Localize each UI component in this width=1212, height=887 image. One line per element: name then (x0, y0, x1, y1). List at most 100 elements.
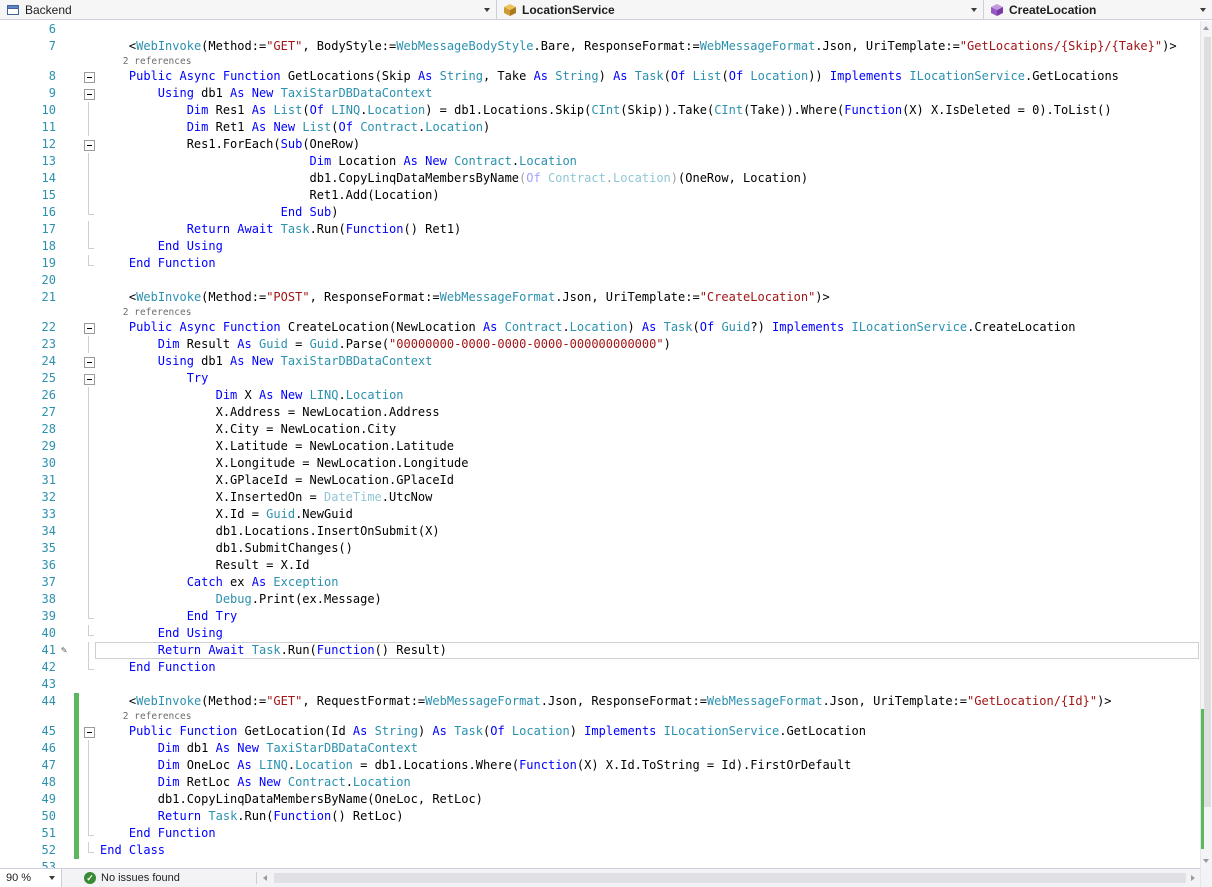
line-number[interactable]: 7 (20, 38, 56, 55)
code-text[interactable]: Dim OneLoc As LINQ.Location = db1.Locati… (98, 757, 1200, 774)
line-number[interactable]: 48 (20, 774, 56, 791)
breakpoint-margin[interactable] (0, 421, 20, 438)
code-text[interactable]: X.Latitude = NewLocation.Latitude (98, 438, 1200, 455)
code-line[interactable]: 42 End Function (0, 659, 1200, 676)
line-number[interactable]: 31 (20, 472, 56, 489)
code-line[interactable]: 9 Using db1 As New TaxiStarDBDataContext (0, 85, 1200, 102)
code-text[interactable]: Return Task.Run(Function() RetLoc) (98, 808, 1200, 825)
code-line[interactable]: 6 (0, 21, 1200, 38)
line-number[interactable]: 51 (20, 825, 56, 842)
line-number[interactable]: 40 (20, 625, 56, 642)
fold-toggle-icon[interactable] (84, 374, 95, 385)
breakpoint-margin[interactable] (0, 757, 20, 774)
line-number[interactable]: 35 (20, 540, 56, 557)
codelens-row[interactable]: 2 references (0, 55, 1200, 68)
line-number[interactable]: 20 (20, 272, 56, 289)
code-line[interactable]: 34 db1.Locations.InsertOnSubmit(X) (0, 523, 1200, 540)
breakpoint-margin[interactable] (0, 676, 20, 693)
breakpoint-margin[interactable] (0, 608, 20, 625)
code-line[interactable]: 39 End Try (0, 608, 1200, 625)
code-line[interactable]: 36 Result = X.Id (0, 557, 1200, 574)
breakpoint-margin[interactable] (0, 523, 20, 540)
codelens-references[interactable]: 2 references (98, 55, 1200, 68)
fold-toggle-icon[interactable] (84, 357, 95, 368)
breakpoint-margin[interactable] (0, 170, 20, 187)
breakpoint-margin[interactable] (0, 204, 20, 221)
horizontal-scrollbar-thumb[interactable] (274, 873, 1186, 883)
breakpoint-margin[interactable] (0, 659, 20, 676)
breakpoint-margin[interactable] (0, 387, 20, 404)
breakpoint-margin[interactable] (0, 336, 20, 353)
fold-toggle-icon[interactable] (84, 323, 95, 334)
code-text[interactable]: End Function (98, 255, 1200, 272)
code-text[interactable]: Result = X.Id (98, 557, 1200, 574)
code-text[interactable]: Return Await Task.Run(Function() Ret1) (98, 221, 1200, 238)
line-number[interactable]: 53 (20, 859, 56, 868)
line-number[interactable]: 16 (20, 204, 56, 221)
codelens-row[interactable]: 2 references (0, 710, 1200, 723)
code-line[interactable]: 15 Ret1.Add(Location) (0, 187, 1200, 204)
code-line[interactable]: 38 Debug.Print(ex.Message) (0, 591, 1200, 608)
breakpoint-margin[interactable] (0, 404, 20, 421)
line-number[interactable]: 15 (20, 187, 56, 204)
line-number[interactable]: 26 (20, 387, 56, 404)
line-number[interactable]: 44 (20, 693, 56, 710)
line-number[interactable]: 50 (20, 808, 56, 825)
code-text[interactable]: X.Address = NewLocation.Address (98, 404, 1200, 421)
breakpoint-margin[interactable] (0, 85, 20, 102)
code-line[interactable]: 47 Dim OneLoc As LINQ.Location = db1.Loc… (0, 757, 1200, 774)
line-number[interactable]: 17 (20, 221, 56, 238)
code-line[interactable]: 26 Dim X As New LINQ.Location (0, 387, 1200, 404)
code-text[interactable]: Public Async Function CreateLocation(New… (98, 319, 1200, 336)
code-text[interactable]: X.InsertedOn = DateTime.UtcNow (98, 489, 1200, 506)
code-text[interactable]: End Using (98, 238, 1200, 255)
scroll-right-arrow-icon[interactable] (1191, 875, 1195, 881)
breakpoint-margin[interactable] (0, 557, 20, 574)
code-text[interactable] (98, 21, 1200, 38)
breakpoint-margin[interactable] (0, 642, 20, 659)
code-line[interactable]: 43 (0, 676, 1200, 693)
breakpoint-margin[interactable] (0, 808, 20, 825)
line-number[interactable]: 34 (20, 523, 56, 540)
breakpoint-margin[interactable] (0, 370, 20, 387)
line-number[interactable]: 41 (20, 642, 56, 659)
code-line[interactable]: 16 End Sub) (0, 204, 1200, 221)
line-number[interactable]: 6 (20, 21, 56, 38)
code-text[interactable]: Dim Ret1 As New List(Of Contract.Locatio… (98, 119, 1200, 136)
line-number[interactable]: 18 (20, 238, 56, 255)
code-text[interactable]: Dim Result As Guid = Guid.Parse("0000000… (98, 336, 1200, 353)
line-number[interactable]: 10 (20, 102, 56, 119)
code-line[interactable]: 12 Res1.ForEach(Sub(OneRow) (0, 136, 1200, 153)
scroll-left-arrow-icon[interactable] (263, 875, 267, 881)
line-number[interactable]: 43 (20, 676, 56, 693)
line-number[interactable]: 33 (20, 506, 56, 523)
breakpoint-margin[interactable] (0, 472, 20, 489)
breakpoint-margin[interactable] (0, 455, 20, 472)
breakpoint-margin[interactable] (0, 119, 20, 136)
code-line[interactable]: 41 ✎ Return Await Task.Run(Function() Res… (0, 642, 1200, 659)
breakpoint-margin[interactable] (0, 825, 20, 842)
breakpoint-margin[interactable] (0, 187, 20, 204)
code-text[interactable]: End Function (98, 659, 1200, 676)
code-line[interactable]: 23 Dim Result As Guid = Guid.Parse("0000… (0, 336, 1200, 353)
code-text[interactable]: Debug.Print(ex.Message) (98, 591, 1200, 608)
line-number[interactable]: 30 (20, 455, 56, 472)
breakpoint-margin[interactable] (0, 68, 20, 85)
scroll-down-arrow-icon[interactable] (1203, 859, 1209, 863)
breakpoint-margin[interactable] (0, 21, 20, 38)
breakpoint-margin[interactable] (0, 489, 20, 506)
line-number[interactable]: 9 (20, 85, 56, 102)
breakpoint-margin[interactable] (0, 774, 20, 791)
line-number[interactable]: 8 (20, 68, 56, 85)
code-text[interactable]: Using db1 As New TaxiStarDBDataContext (98, 353, 1200, 370)
code-line[interactable]: 30 X.Longitude = NewLocation.Longitude (0, 455, 1200, 472)
breakpoint-margin[interactable] (0, 255, 20, 272)
line-number[interactable]: 23 (20, 336, 56, 353)
code-line[interactable]: 7 <WebInvoke(Method:="GET", BodyStyle:=W… (0, 38, 1200, 55)
code-editor[interactable]: 67 <WebInvoke(Method:="GET", BodyStyle:=… (0, 21, 1200, 868)
line-number[interactable]: 13 (20, 153, 56, 170)
code-text[interactable]: Return Await Task.Run(Function() Result) (98, 642, 1200, 659)
line-number[interactable]: 49 (20, 791, 56, 808)
breakpoint-margin[interactable] (0, 859, 20, 868)
line-number[interactable]: 14 (20, 170, 56, 187)
